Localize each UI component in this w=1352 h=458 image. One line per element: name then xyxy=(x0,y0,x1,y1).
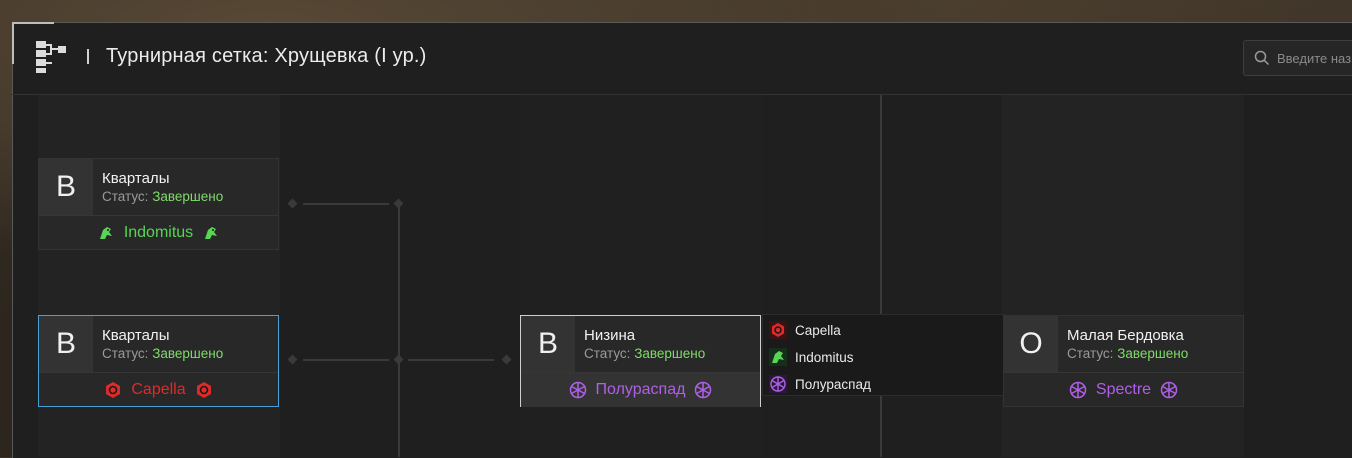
match-location: Низина xyxy=(584,327,636,344)
status-label: Статус: xyxy=(584,346,631,361)
indomitus-icon xyxy=(769,348,787,366)
poluraspad-icon xyxy=(769,375,787,393)
capella-icon xyxy=(196,382,211,398)
status-value: Завершено xyxy=(1117,346,1189,361)
connector-line xyxy=(408,359,494,361)
match-winner: Indomitus xyxy=(39,216,278,250)
bracket-connector-column-2 xyxy=(762,95,1002,457)
status-value: Завершено xyxy=(152,189,224,204)
popup-item-label: Indomitus xyxy=(795,349,854,365)
match-card-active[interactable]: В Низина Статус: Завершено Полураспад xyxy=(520,315,761,407)
match-type-letter: О xyxy=(1004,316,1058,372)
status-label: Статус: xyxy=(102,189,149,204)
match-winner: Spectre xyxy=(1004,373,1243,407)
popup-item-label: Полураспад xyxy=(795,376,871,392)
poluraspad-icon xyxy=(695,381,712,399)
popup-item[interactable]: Полураспад xyxy=(769,372,871,396)
page-title: Турнирная сетка: Хрущевка (I ур.) xyxy=(106,45,427,67)
tournament-tree-icon xyxy=(36,41,66,73)
match-status: Статус: Завершено xyxy=(1067,346,1188,361)
winner-name: Spectre xyxy=(1095,381,1152,398)
match-status: Статус: Завершено xyxy=(102,346,223,361)
spectre-icon xyxy=(1069,381,1087,399)
match-type-letter: В xyxy=(39,316,93,372)
participants-popup: Capella Indomitus Полураспад xyxy=(762,314,1004,396)
bracket-column-4 xyxy=(1244,95,1352,457)
status-label: Статус: xyxy=(102,346,149,361)
search-box[interactable] xyxy=(1243,40,1352,76)
indomitus-icon xyxy=(205,227,218,239)
title-separator xyxy=(87,49,89,64)
match-location: Кварталы xyxy=(102,170,170,187)
status-value: Завершено xyxy=(634,346,706,361)
connector-line xyxy=(303,203,389,205)
search-input[interactable] xyxy=(1277,41,1352,75)
match-type-letter: В xyxy=(521,316,575,372)
spectre-icon xyxy=(1160,381,1178,399)
match-winner: Полураспад xyxy=(521,373,760,407)
poluraspad-icon xyxy=(569,381,586,399)
match-type-letter: В xyxy=(39,159,93,215)
popup-item[interactable]: Indomitus xyxy=(769,345,854,369)
connector-line xyxy=(303,359,389,361)
winner-name: Полураспад xyxy=(595,381,686,398)
connector-line xyxy=(880,95,882,457)
indomitus-icon xyxy=(99,227,112,239)
match-card[interactable]: О Малая Бердовка Статус: Завершено Spect… xyxy=(1003,315,1244,407)
match-card[interactable]: В Кварталы Статус: Завершено Indomitus xyxy=(38,158,279,250)
search-icon xyxy=(1254,50,1270,66)
popup-item[interactable]: Capella xyxy=(769,318,841,342)
capella-icon xyxy=(769,321,787,339)
match-location: Кварталы xyxy=(102,327,170,344)
match-status: Статус: Завершено xyxy=(102,189,223,204)
status-label: Статус: xyxy=(1067,346,1114,361)
popup-item-label: Capella xyxy=(795,322,841,338)
capella-icon xyxy=(106,382,121,398)
match-winner: Capella xyxy=(39,373,278,407)
status-value: Завершено xyxy=(152,346,224,361)
winner-name: Indomitus xyxy=(123,224,194,241)
winner-name: Capella xyxy=(131,381,186,398)
match-card-selected[interactable]: В Кварталы Статус: Завершено Capella xyxy=(38,315,279,407)
match-location: Малая Бердовка xyxy=(1067,327,1184,344)
match-status: Статус: Завершено xyxy=(584,346,705,361)
header-bar: Турнирная сетка: Хрущевка (I ур.) xyxy=(12,22,1352,95)
connector-line xyxy=(398,206,400,457)
bracket-connector-column-1 xyxy=(280,95,520,457)
